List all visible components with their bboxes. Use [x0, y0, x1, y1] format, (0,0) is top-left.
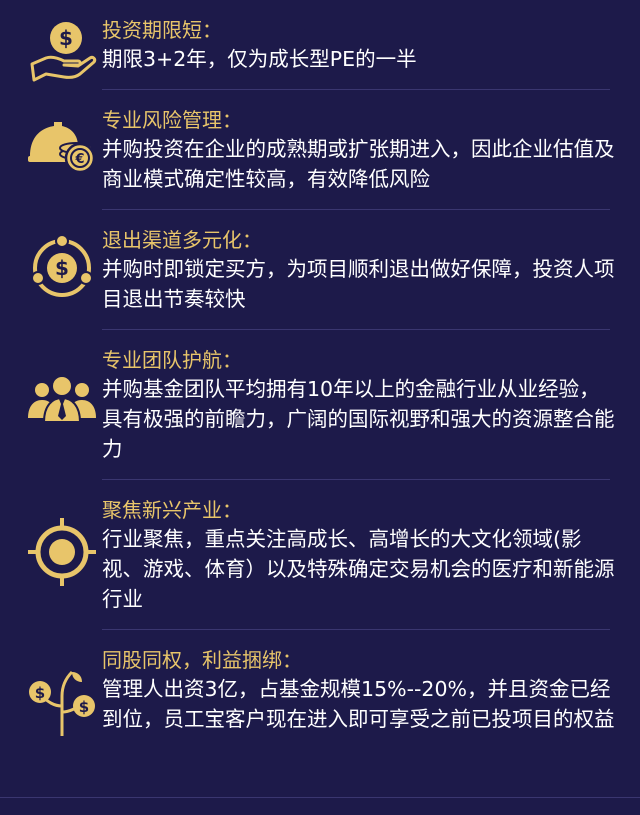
dollar-cycle-icon: $: [26, 232, 98, 304]
svg-text:$: $: [35, 684, 45, 702]
feature-desc: 管理人出资3亿，占基金规模15%--20%，并且资金已经到位，员工宝客户现在进入…: [102, 677, 615, 731]
feature-text: 投资期限短： 期限3+2年，仅为成长型PE的一半: [102, 16, 618, 74]
feature-text: 聚焦新兴产业： 行业聚焦，重点关注高成长、高增长的大文化领域(影视、游戏、体育）…: [102, 496, 618, 614]
feature-desc: 并购时即锁定买方，为项目顺利退出做好保障，投资人项目退出节奏较快: [102, 257, 615, 311]
feature-title: 聚焦新兴产业：: [102, 498, 242, 522]
target-icon: [26, 516, 98, 588]
helmet-coins-icon: €: [26, 110, 98, 182]
feature-text: 专业风险管理： 并购投资在企业的成熟期或扩张期进入，因此企业估值及商业模式确定性…: [102, 106, 618, 194]
feature-text: 专业团队护航： 并购基金团队平均拥有10年以上的金融行业从业经验，具有极强的前瞻…: [102, 346, 618, 464]
divider: [102, 329, 610, 330]
feature-title: 专业风险管理：: [102, 108, 242, 132]
feature-desc: 并购基金团队平均拥有10年以上的金融行业从业经验，具有极强的前瞻力，广阔的国际视…: [102, 377, 615, 461]
money-tree-icon: $ $: [26, 666, 98, 738]
divider: [102, 479, 610, 480]
feature-desc: 并购投资在企业的成熟期或扩张期进入，因此企业估值及商业模式确定性较高，有效降低风…: [102, 137, 615, 191]
divider: [102, 209, 610, 210]
svg-text:$: $: [59, 26, 73, 50]
divider: [102, 629, 610, 630]
bottom-divider: [0, 797, 640, 798]
feature-desc: 行业聚焦，重点关注高成长、高增长的大文化领域(影视、游戏、体育）以及特殊确定交易…: [102, 527, 615, 611]
divider: [102, 89, 610, 90]
svg-text:$: $: [79, 698, 89, 716]
svg-text:$: $: [55, 256, 69, 280]
feature-title: 专业团队护航：: [102, 348, 242, 372]
hand-dollar-icon: $: [26, 14, 98, 86]
svg-text:€: €: [74, 152, 84, 167]
feature-title: 退出渠道多元化：: [102, 228, 262, 252]
feature-desc: 期限3+2年，仅为成长型PE的一半: [102, 47, 417, 71]
feature-title: 同股同权，利益捆绑：: [102, 648, 302, 672]
team-icon: [26, 366, 98, 438]
feature-text: 退出渠道多元化： 并购时即锁定买方，为项目顺利退出做好保障，投资人项目退出节奏较…: [102, 226, 618, 314]
feature-text: 同股同权，利益捆绑： 管理人出资3亿，占基金规模15%--20%，并且资金已经到…: [102, 646, 618, 734]
feature-title: 投资期限短：: [102, 18, 222, 42]
